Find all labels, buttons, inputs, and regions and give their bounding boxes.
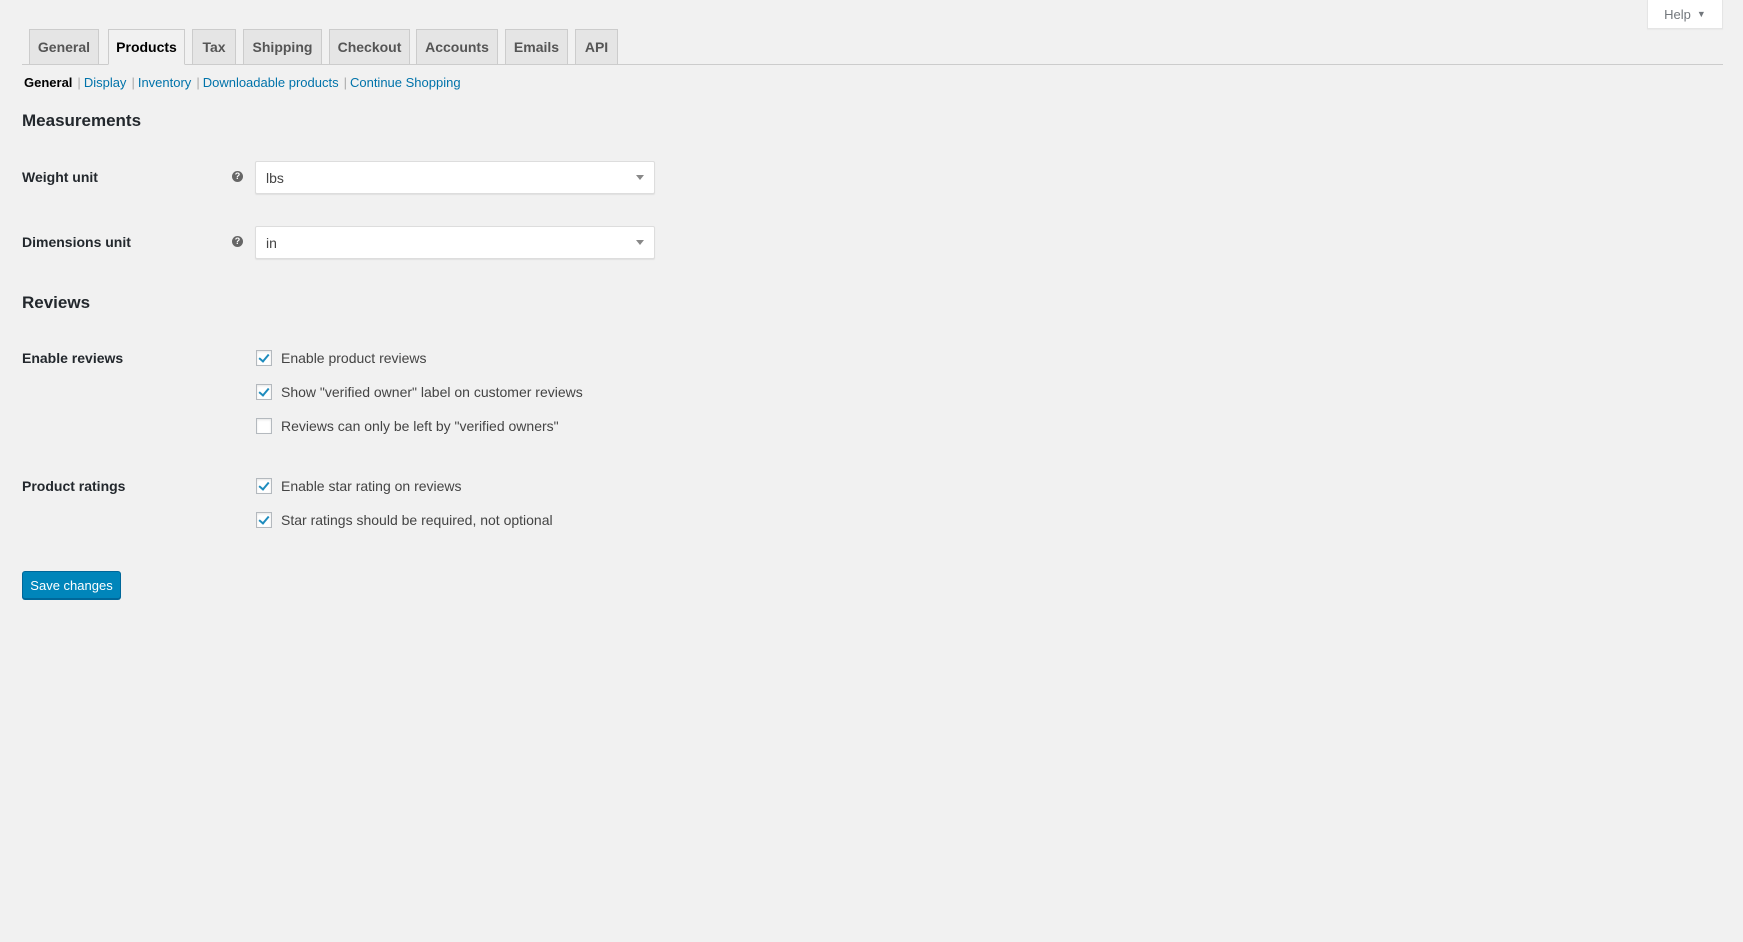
verified-owners-only-checkbox[interactable]: [256, 418, 272, 434]
help-tip-icon[interactable]: ?: [232, 236, 243, 247]
subnav-link-downloadable-products[interactable]: Downloadable products: [203, 75, 339, 90]
enable-reviews-label: Enable reviews: [22, 350, 124, 366]
dropdown-arrow-icon: [636, 175, 644, 180]
tab-accounts[interactable]: Accounts: [416, 29, 498, 64]
subnav-separator: |: [196, 75, 200, 90]
verified-owners-only-checkbox-row[interactable]: Reviews can only be left by "verified ow…: [256, 417, 559, 435]
checkbox-label: Enable product reviews: [281, 350, 427, 366]
save-changes-button[interactable]: Save changes: [22, 571, 121, 599]
enable-star-rating-checkbox-row[interactable]: Enable star rating on reviews: [256, 477, 462, 495]
help-button[interactable]: Help ▼: [1647, 0, 1723, 29]
subnav-general-current: General: [24, 75, 73, 90]
enable-star-rating-checkbox[interactable]: [256, 478, 272, 494]
tab-checkout[interactable]: Checkout: [329, 29, 410, 64]
dimensions-unit-label: Dimensions unit: [22, 234, 131, 250]
enable-product-reviews-checkbox-row[interactable]: Enable product reviews: [256, 349, 427, 367]
dimensions-unit-select[interactable]: in: [255, 226, 655, 259]
checkbox-label: Reviews can only be left by "verified ow…: [281, 418, 559, 434]
tab-emails[interactable]: Emails: [505, 29, 568, 64]
checkbox-label: Enable star rating on reviews: [281, 478, 462, 494]
subnav-separator: |: [77, 75, 81, 90]
dropdown-arrow-icon: [636, 240, 644, 245]
subnav-link-inventory[interactable]: Inventory: [138, 75, 191, 90]
dimensions-unit-value: in: [266, 235, 277, 251]
tab-api[interactable]: API: [575, 29, 618, 64]
settings-tabs: General Products Tax Shipping Checkout A…: [22, 29, 1723, 65]
caret-down-icon: ▼: [1696, 9, 1706, 19]
subnav-link-display[interactable]: Display: [84, 75, 127, 90]
weight-unit-value: lbs: [266, 170, 284, 186]
tab-general[interactable]: General: [29, 29, 99, 64]
star-ratings-required-checkbox-row[interactable]: Star ratings should be required, not opt…: [256, 511, 553, 529]
help-tip-icon[interactable]: ?: [232, 171, 243, 182]
checkbox-label: Star ratings should be required, not opt…: [281, 512, 553, 528]
subnav-separator: |: [131, 75, 135, 90]
subsection-nav: General | Display | Inventory | Downloadable p…: [24, 75, 461, 90]
reviews-heading: Reviews: [22, 293, 91, 312]
tab-products[interactable]: Products: [108, 29, 185, 65]
tab-tax[interactable]: Tax: [192, 29, 236, 64]
tab-shipping[interactable]: Shipping: [243, 29, 322, 64]
subnav-link-continue-shopping[interactable]: Continue Shopping: [350, 75, 461, 90]
star-ratings-required-checkbox[interactable]: [256, 512, 272, 528]
measurements-heading: Measurements: [22, 111, 142, 130]
subnav-separator: |: [343, 75, 347, 90]
weight-unit-select[interactable]: lbs: [255, 161, 655, 194]
enable-product-reviews-checkbox[interactable]: [256, 350, 272, 366]
product-ratings-label: Product ratings: [22, 478, 126, 494]
show-verified-owner-label-checkbox[interactable]: [256, 384, 272, 400]
checkbox-label: Show "verified owner" label on customer …: [281, 384, 583, 400]
weight-unit-label: Weight unit: [22, 169, 98, 185]
show-verified-owner-label-checkbox-row[interactable]: Show "verified owner" label on customer …: [256, 383, 583, 401]
help-button-label: Help: [1664, 6, 1691, 22]
